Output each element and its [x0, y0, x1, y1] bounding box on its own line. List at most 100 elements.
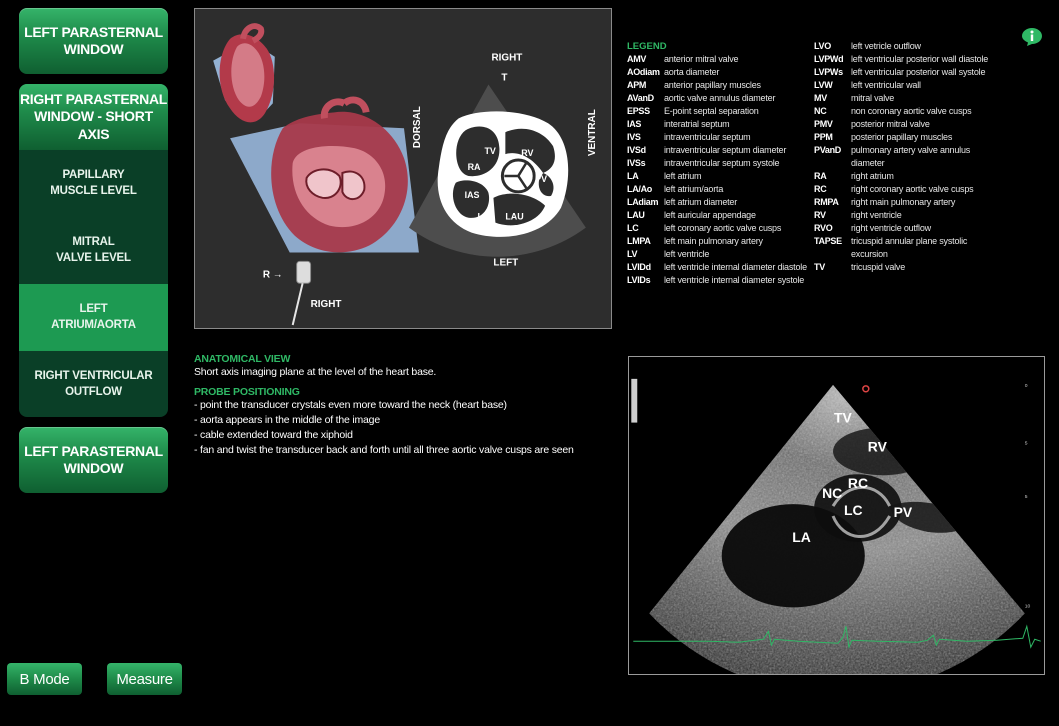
svg-text:5: 5	[1025, 494, 1028, 500]
probe-direction-label: R →	[263, 269, 283, 280]
svg-text:10: 10	[1025, 603, 1031, 609]
legend-abbreviation: LA/Ao	[627, 184, 652, 194]
legend-abbreviation: LA	[627, 171, 639, 181]
orientation-right-label: RIGHT	[491, 53, 522, 64]
submenu-item-papillary-muscle-level[interactable]: PAPILLARY MUSCLE LEVEL	[19, 150, 168, 217]
right-parasternal-short-axis-header[interactable]: RIGHT PARASTERNAL WINDOW - SHORT AXIS	[19, 84, 168, 150]
legend-meaning: right atrium	[851, 171, 894, 181]
legend-abbreviation: LVIDs	[627, 275, 651, 285]
legend-row: LAU left auricular appendage	[627, 209, 814, 222]
legend-abbreviation: IAS	[627, 119, 642, 129]
legend-abbreviation: RMPA	[814, 197, 839, 207]
legend-abbreviation: LAdiam	[627, 197, 659, 207]
legend-abbreviation: PPM	[814, 132, 833, 142]
legend-meaning: E-point septal separation	[664, 106, 759, 116]
legend-meaning: non coronary aortic valve cusps	[851, 106, 972, 116]
legend-abbreviation: AOdiam	[627, 67, 660, 77]
probe-step: cable extended toward the xiphoid	[194, 428, 614, 443]
legend-meaning: right coronary aortic valve cusps	[851, 184, 974, 194]
legend-row: LVW left ventricular wall	[814, 79, 1004, 92]
legend-row: LMPA left main pulmonary artery	[627, 235, 814, 248]
legend-row: PPM posterior papillary muscles	[814, 131, 1004, 144]
left-parasternal-window-button[interactable]: LEFT PARASTERNAL WINDOW	[19, 8, 168, 74]
submenu-item-label: LEFT ATRIUM/AORTA	[51, 302, 136, 331]
legend-abbreviation: AVanD	[627, 93, 654, 103]
legend-abbreviation: LAU	[627, 210, 645, 220]
legend-abbreviation: IVSs	[627, 158, 646, 168]
probe-positioning-title: PROBE POSITIONING	[194, 386, 300, 398]
submenu-item-right-ventricular-outflow[interactable]: RIGHT VENTRICULAR OUTFLOW	[19, 351, 168, 417]
legend-meaning: pulmonary artery valve annulus diameter	[851, 145, 971, 168]
legend-row: LA left atrium	[627, 170, 814, 183]
echo-nc-label: NC	[822, 485, 842, 501]
echo-rv-label: RV	[868, 438, 888, 454]
submenu-item-mitral-valve-level[interactable]: MITRAL VALVE LEVEL	[19, 217, 168, 284]
legend-meaning: posterior mitral valve	[851, 119, 930, 129]
legend-column-2: LVO left vetricle outflow LVPWd left ventri…	[814, 40, 1004, 287]
legend-meaning: left main pulmonary artery	[664, 236, 763, 246]
legend-meaning: left ventricular wall	[851, 80, 921, 90]
legend-meaning: mitral valve	[851, 93, 895, 103]
svg-text:0: 0	[1025, 383, 1028, 389]
legend-meaning: left atrium diameter	[664, 197, 738, 207]
legend-meaning: intraventricular septum systole	[664, 158, 780, 168]
legend: LEGEND AMV anterior mitral valve AOdiam aor…	[627, 40, 1037, 287]
legend-abbreviation: IVSd	[627, 145, 646, 155]
cross-section-schematic	[437, 111, 569, 237]
legend-row: LVPWs left ventricular posterior wall sys…	[814, 66, 1004, 79]
legend-abbreviation: LV	[627, 249, 638, 259]
legend-row: IVSs intraventricular septum systole	[627, 157, 814, 170]
probe-step: fan and twist the transducer back and fo…	[194, 443, 614, 458]
ultrasound-svg: 0 5 5 10 TV RV RC NC LC PV LA	[629, 357, 1044, 674]
echo-lc-label: LC	[844, 502, 863, 518]
legend-abbreviation: MV	[814, 93, 827, 103]
b-mode-button[interactable]: B Mode	[7, 663, 82, 695]
left-parasternal-window-button-2[interactable]: LEFT PARASTERNAL WINDOW	[19, 427, 168, 493]
orientation-ventral-label: VENTRAL	[587, 109, 598, 156]
legend-row: AMV anterior mitral valve	[627, 53, 814, 66]
anatomical-view-text: Short axis imaging plane at the level of…	[194, 366, 437, 378]
legend-meaning: tricuspid annular plane systolic excursi…	[851, 236, 968, 259]
legend-meaning: left vetricle outflow	[851, 41, 921, 51]
legend-meaning: left ventricular posterior wall systole	[851, 67, 986, 77]
legend-abbreviation: RC	[814, 184, 827, 194]
legend-meaning: left atrium/aorta	[664, 184, 724, 194]
legend-row: IVSd intraventricular septum diameter	[627, 144, 814, 157]
legend-abbreviation: TV	[814, 262, 825, 272]
legend-row: LVIDd left ventricle internal diameter di…	[627, 261, 814, 274]
legend-meaning: anterior papillary muscles	[664, 80, 761, 90]
schematic-pv-label: PV	[535, 174, 547, 184]
legend-meaning: left coronary aortic valve cusps	[664, 223, 782, 233]
legend-meaning: left auricular appendage	[664, 210, 756, 220]
submenu-item-left-atrium-aorta[interactable]: LEFT ATRIUM/AORTA	[19, 284, 168, 351]
legend-meaning: posterior papillary muscles	[851, 132, 953, 142]
left-parasternal-window-label: LEFT PARASTERNAL WINDOW	[24, 443, 163, 476]
legend-row: PMV posterior mitral valve	[814, 118, 1004, 131]
ultrasound-image: 0 5 5 10 TV RV RC NC LC PV LA	[628, 356, 1045, 675]
orientation-dorsal-label: DORSAL	[412, 106, 423, 148]
legend-meaning: left ventricular posterior wall diastole	[851, 54, 989, 64]
legend-meaning: aortic valve annulus diameter	[664, 93, 776, 103]
legend-meaning: tricuspid valve	[851, 262, 906, 272]
heart-illustration-small	[213, 23, 275, 123]
legend-meaning: aorta diameter	[664, 67, 720, 77]
legend-row: PVanD pulmonary artery valve annulus diam…	[814, 144, 1004, 170]
orientation-left-label: LEFT	[493, 257, 518, 268]
probe-positioning-list: point the transducer crystals even more …	[194, 398, 614, 458]
legend-meaning: left ventricle internal diameter diastol…	[664, 262, 807, 272]
legend-abbreviation: NC	[814, 106, 827, 116]
legend-abbreviation: LVPWd	[814, 54, 844, 64]
legend-row: LVO left vetricle outflow	[814, 40, 1004, 53]
legend-title: LEGEND	[627, 41, 667, 52]
left-parasternal-window-label: LEFT PARASTERNAL WINDOW	[24, 24, 163, 57]
legend-row: LA/Ao left atrium/aorta	[627, 183, 814, 196]
anatomical-view-title: ANATOMICAL VIEW	[194, 353, 291, 365]
measure-button[interactable]: Measure	[107, 663, 182, 695]
echo-la-label: LA	[792, 529, 811, 545]
legend-row: AOdiam aorta diameter	[627, 66, 814, 79]
probe-right-label: RIGHT	[311, 299, 342, 310]
legend-abbreviation: APM	[627, 80, 647, 90]
legend-row: RV right ventricle	[814, 209, 1004, 222]
info-icon[interactable]	[1021, 27, 1043, 47]
legend-abbreviation: RVO	[814, 223, 833, 233]
